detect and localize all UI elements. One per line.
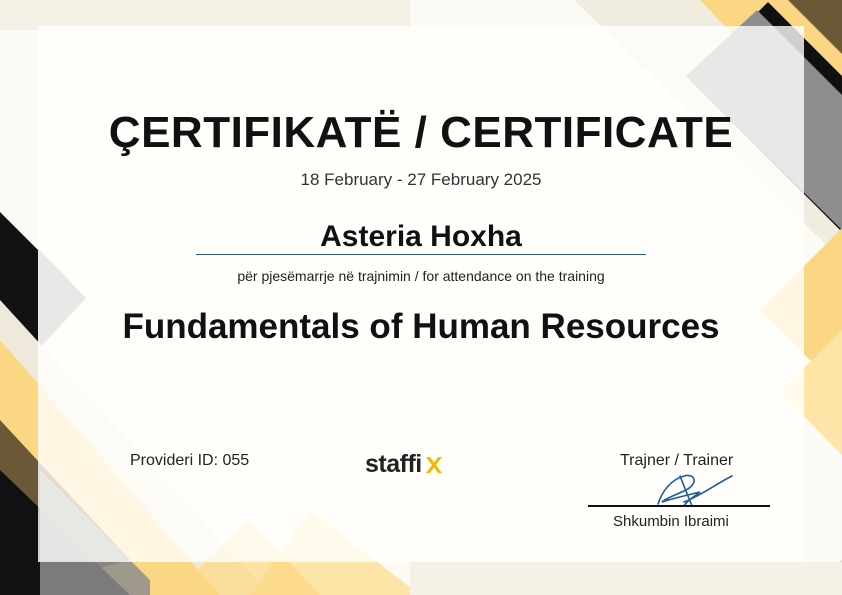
logo-x-icon	[425, 456, 442, 473]
staffix-logo: staffi	[365, 450, 445, 479]
bg-shape	[410, 562, 842, 595]
provider-id: Provideri ID: 055	[130, 452, 250, 469]
certificate-title: ÇERTIFIKATË / CERTIFICATE	[108, 108, 734, 157]
attendance-text: për pjesëmarrje në trajnimin / for atten…	[237, 268, 605, 284]
trainer-name: Shkumbin Ibraimi	[613, 513, 729, 530]
name-underline	[196, 254, 646, 255]
signature-line	[588, 505, 770, 507]
course-title: Fundamentals of Human Resources	[122, 307, 720, 346]
certificate-page: ÇERTIFIKATË / CERTIFICATE 18 February - …	[0, 0, 842, 595]
training-dates: 18 February - 27 February 2025	[300, 170, 542, 189]
recipient-name: Asteria Hoxha	[320, 220, 522, 253]
logo-text: staffi	[365, 450, 422, 478]
